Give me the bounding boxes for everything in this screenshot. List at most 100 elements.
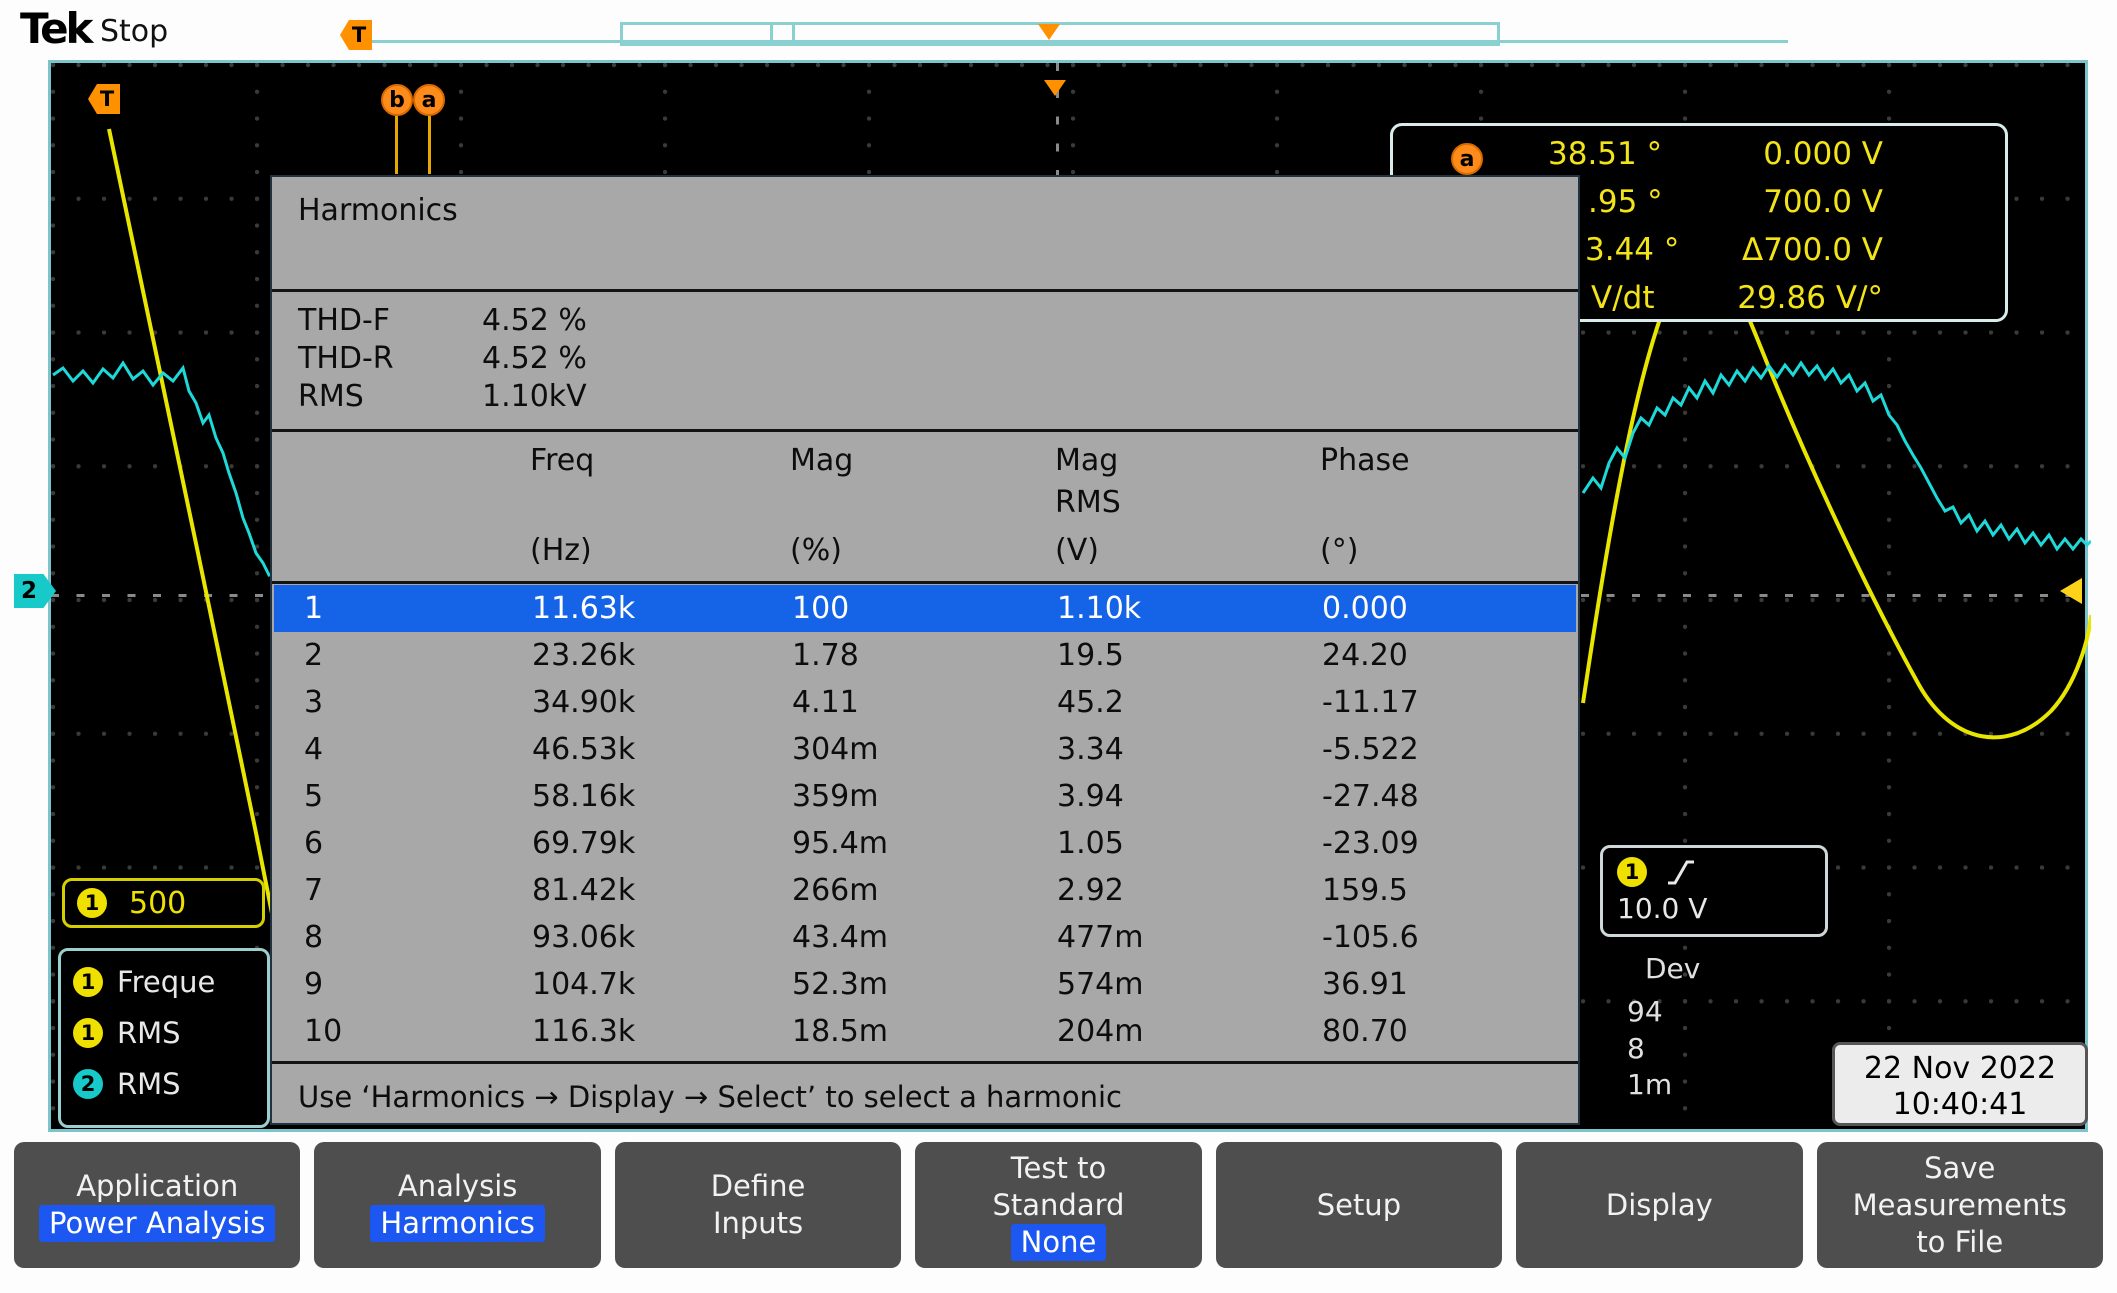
harmonic-magrms: 45.2: [1057, 685, 1124, 720]
harmonic-magrms: 574m: [1057, 967, 1144, 1002]
softkey-value: Power Analysis: [39, 1205, 276, 1242]
rms-value: 1.10kV: [482, 379, 587, 414]
col-unit-magrms: (V): [1055, 533, 1099, 568]
harmonic-phase: -105.6: [1322, 920, 1419, 955]
divider: [272, 581, 1578, 584]
harmonic-phase: -27.48: [1322, 779, 1419, 814]
oscilloscope-screen: Tek Stop T T b a 2 a 38.51 ° 0.000 V .95…: [0, 0, 2117, 1293]
harmonic-mag: 95.4m: [792, 826, 889, 861]
cursor-b-marker[interactable]: b: [381, 84, 413, 116]
measurement-label: RMS: [117, 1067, 181, 1101]
clipped-stat-text: 94: [1627, 995, 1663, 1028]
waveform-ch1: [107, 128, 277, 930]
cursor-value: Δ700.0 V: [1741, 232, 1883, 268]
divider: [272, 429, 1578, 432]
softkey-label: Application: [76, 1169, 239, 1203]
harmonic-index: 9: [304, 967, 324, 1002]
harmonic-freq: 58.16k: [532, 779, 636, 814]
ch1-badge: 1: [77, 888, 107, 918]
harmonic-row[interactable]: 3 34.90k 4.11 45.2 -11.17: [274, 679, 1576, 726]
ch1-badge: 1: [73, 967, 103, 997]
col-unit-phase: (°): [1320, 533, 1359, 568]
thd-f-label: THD-F: [298, 303, 391, 338]
softkey-analysis[interactable]: Analysis Harmonics: [314, 1142, 601, 1268]
harmonic-index: 4: [304, 732, 324, 767]
harmonic-phase: 0.000: [1322, 591, 1408, 626]
cursor-value: 0.000 V: [1763, 136, 1883, 172]
softkey-display[interactable]: Display: [1516, 1142, 1803, 1268]
harmonic-row[interactable]: 4 46.53k 304m 3.34 -5.522: [274, 726, 1576, 773]
harmonic-magrms: 477m: [1057, 920, 1144, 955]
cursor-b-line[interactable]: [395, 116, 398, 174]
harmonic-magrms: 1.10k: [1057, 591, 1142, 626]
harmonic-row[interactable]: 8 93.06k 43.4m 477m -105.6: [274, 914, 1576, 961]
harmonic-index: 7: [304, 873, 324, 908]
harmonic-row[interactable]: 10 116.3k 18.5m 204m 80.70: [274, 1008, 1576, 1055]
rms-label: RMS: [298, 379, 364, 414]
harmonic-mag: 52.3m: [792, 967, 889, 1002]
softkey-label: Measurements: [1852, 1187, 2067, 1222]
harmonic-phase: -11.17: [1322, 685, 1419, 720]
harmonic-row[interactable]: 6 69.79k 95.4m 1.05 -23.09: [274, 820, 1576, 867]
ch1-badge: 1: [73, 1018, 103, 1048]
softkey-label: Inputs: [712, 1206, 804, 1240]
harmonic-index: 8: [304, 920, 324, 955]
harmonic-mag: 100: [792, 591, 850, 626]
date-text: 22 Nov 2022: [1863, 1051, 2057, 1086]
trigger-info-box: 1 10.0 V: [1600, 845, 1828, 937]
ch2-badge: 2: [73, 1069, 103, 1099]
divider: [272, 289, 1578, 292]
col-header-freq: Freq: [530, 443, 595, 478]
harmonic-row[interactable]: 7 81.42k 266m 2.92 159.5: [274, 867, 1576, 914]
harmonic-phase: 24.20: [1322, 638, 1408, 673]
trigger-level-value: 10.0 V: [1617, 892, 1708, 925]
harmonic-mag: 266m: [792, 873, 879, 908]
trigger-position-icon[interactable]: [1038, 24, 1060, 40]
harmonics-table: 1 11.63k 100 1.10k 0.000 2 23.26k 1.78 1…: [274, 585, 1576, 1055]
acquisition-status: Stop: [100, 14, 169, 49]
cursor-a-line[interactable]: [428, 116, 431, 174]
harmonic-index: 6: [304, 826, 324, 861]
harmonic-row[interactable]: 2 23.26k 1.78 19.5 24.20: [274, 632, 1576, 679]
softkey-setup[interactable]: Setup: [1215, 1142, 1503, 1268]
measurement-label: Freque: [117, 965, 216, 999]
harmonic-phase: -23.09: [1322, 826, 1419, 861]
softkey-label: Setup: [1316, 1187, 1402, 1222]
harmonic-magrms: 1.05: [1057, 826, 1124, 861]
harmonic-row[interactable]: 1 11.63k 100 1.10k 0.000: [274, 585, 1576, 632]
harmonic-index: 1: [304, 591, 324, 626]
col-unit-freq: (Hz): [530, 533, 592, 568]
harmonic-index: 3: [304, 685, 324, 720]
harmonic-magrms: 204m: [1057, 1014, 1144, 1049]
trigger-position-icon[interactable]: [1044, 80, 1066, 96]
ch1-scale-box: 1 500: [62, 878, 265, 928]
softkey-test-to-standard[interactable]: Test to Standard None: [915, 1142, 1202, 1268]
col-header-magrms: Mag: [1055, 443, 1119, 478]
softkey-save-measurements[interactable]: Save Measurements to File: [1816, 1142, 2103, 1268]
harmonic-mag: 359m: [792, 779, 879, 814]
harmonic-freq: 46.53k: [532, 732, 636, 767]
harmonic-freq: 93.06k: [532, 920, 636, 955]
softkey-label: Standard: [992, 1187, 1125, 1222]
harmonic-magrms: 19.5: [1057, 638, 1124, 673]
trigger-level-arrow-icon[interactable]: [2060, 578, 2082, 604]
harmonic-row[interactable]: 5 58.16k 359m 3.94 -27.48: [274, 773, 1576, 820]
measurement-item: 1 RMS: [73, 1016, 267, 1050]
softkey-define-inputs[interactable]: Define Inputs: [614, 1142, 902, 1268]
softkey-label: Define: [710, 1169, 806, 1203]
harmonic-index: 5: [304, 779, 324, 814]
cursor-a-marker[interactable]: a: [413, 84, 445, 116]
softkey-value: None: [1010, 1223, 1107, 1261]
softkey-label: to File: [1916, 1224, 2004, 1259]
trigger-tag-icon[interactable]: T: [340, 20, 372, 50]
harmonic-row[interactable]: 9 104.7k 52.3m 574m 36.91: [274, 961, 1576, 1008]
harmonic-mag: 18.5m: [792, 1014, 889, 1049]
measurement-item: 1 Freque: [73, 965, 267, 999]
zoom-window-indicator[interactable]: [620, 22, 1500, 46]
harmonic-freq: 81.42k: [532, 873, 636, 908]
harmonic-phase: -5.522: [1322, 732, 1419, 767]
softkey-label: Test to: [1010, 1150, 1107, 1185]
softkey-label: Analysis: [397, 1169, 518, 1203]
softkey-application[interactable]: Application Power Analysis: [14, 1142, 301, 1268]
harmonic-mag: 4.11: [792, 685, 859, 720]
